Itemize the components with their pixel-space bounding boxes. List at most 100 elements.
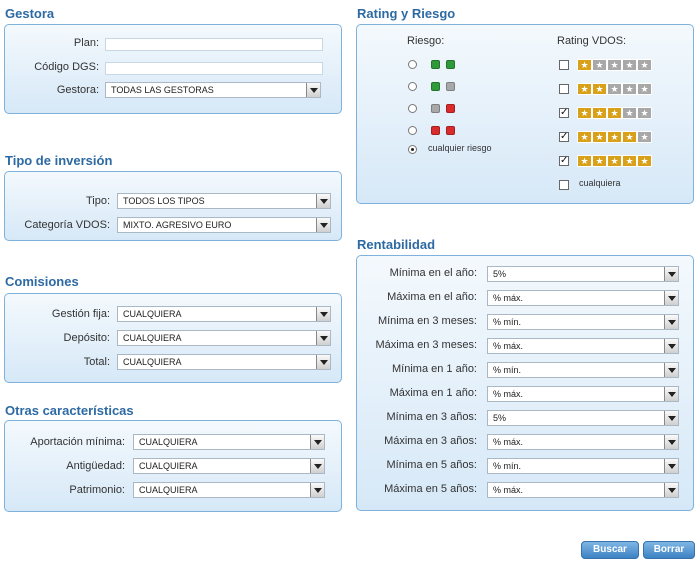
chevron-down-icon — [664, 483, 678, 497]
chevron-down-icon — [316, 218, 330, 232]
risk-level-square — [446, 60, 455, 69]
star-rating: ★ ★ ★ ★ ★ — [577, 83, 652, 95]
cualquiera-label: cualquiera — [579, 178, 621, 188]
rating-checkbox-1-stars[interactable] — [559, 60, 569, 70]
total-select-value: CUALQUIERA — [123, 357, 182, 367]
tipo-panel: Tipo: TODOS LOS TIPOS Categoría VDOS: MI… — [4, 171, 342, 241]
rentabilidad-select[interactable]: 5% — [487, 410, 679, 426]
total-label: Total: — [83, 356, 110, 368]
chevron-down-icon — [664, 291, 678, 305]
star-icon: ★ — [622, 131, 637, 143]
risk-level-square — [431, 60, 440, 69]
aportacion-select[interactable]: CUALQUIERA — [133, 434, 325, 450]
rentabilidad-label: Máxima en el año: — [387, 291, 477, 303]
categoria-select-value: MIXTO. AGRESIVO EURO — [123, 220, 232, 230]
rentabilidad-label: Máxima en 5 años: — [384, 483, 477, 495]
chevron-down-icon — [664, 339, 678, 353]
rating-checkbox-5-stars[interactable]: ✓ — [559, 156, 569, 166]
fija-select-value: CUALQUIERA — [123, 309, 182, 319]
total-select[interactable]: CUALQUIERA — [117, 354, 331, 370]
tipo-title: Tipo de inversión — [5, 153, 113, 168]
gestora-panel: Plan: Código DGS: Gestora: TODAS LAS GES… — [4, 24, 342, 114]
rentabilidad-select-value: % máx. — [493, 293, 524, 303]
plan-input[interactable] — [105, 38, 323, 51]
star-icon: ★ — [577, 59, 592, 71]
star-icon: ★ — [592, 83, 607, 95]
rentabilidad-select[interactable]: % máx. — [487, 482, 679, 498]
deposito-select-value: CUALQUIERA — [123, 333, 182, 343]
aportacion-select-value: CUALQUIERA — [139, 437, 198, 447]
star-icon: ★ — [607, 83, 622, 95]
rentabilidad-label: Mínima en el año: — [389, 267, 477, 279]
star-icon: ★ — [637, 131, 652, 143]
gestora-select[interactable]: TODAS LAS GESTORAS — [105, 82, 321, 98]
gestora-label: Gestora: — [56, 84, 99, 96]
deposito-select[interactable]: CUALQUIERA — [117, 330, 331, 346]
star-icon: ★ — [607, 131, 622, 143]
rentabilidad-select[interactable]: 5% — [487, 266, 679, 282]
rentabilidad-select[interactable]: % máx. — [487, 338, 679, 354]
star-icon: ★ — [577, 131, 592, 143]
patrimonio-select[interactable]: CUALQUIERA — [133, 482, 325, 498]
rentabilidad-select-value: % mín. — [493, 461, 522, 471]
otras-title: Otras características — [5, 403, 134, 418]
star-icon: ★ — [577, 107, 592, 119]
rentabilidad-select[interactable]: % mín. — [487, 314, 679, 330]
buscar-button[interactable]: Buscar — [581, 541, 639, 559]
star-icon: ★ — [607, 107, 622, 119]
dgs-label: Código DGS: — [34, 61, 99, 73]
rentabilidad-label: Mínima en 3 años: — [386, 411, 478, 423]
chevron-down-icon — [316, 194, 330, 208]
fija-select[interactable]: CUALQUIERA — [117, 306, 331, 322]
star-icon: ★ — [637, 59, 652, 71]
rentabilidad-label: Máxima en 3 años: — [384, 435, 477, 447]
tipo-select[interactable]: TODOS LOS TIPOS — [117, 193, 331, 209]
risk-level-square — [431, 82, 440, 91]
rating-vdos-label: Rating VDOS: — [557, 35, 627, 47]
cualquier-riesgo-label: cualquier riesgo — [428, 143, 492, 153]
chevron-down-icon — [664, 363, 678, 377]
categoria-select[interactable]: MIXTO. AGRESIVO EURO — [117, 217, 331, 233]
deposito-label: Depósito: — [63, 332, 110, 344]
rentabilidad-select[interactable]: % máx. — [487, 434, 679, 450]
rentabilidad-select-value: 5% — [493, 413, 507, 423]
rating-checkbox-4-stars[interactable]: ✓ — [559, 132, 569, 142]
chevron-down-icon — [310, 483, 324, 497]
rentabilidad-label: Máxima en 3 meses: — [375, 339, 477, 351]
star-icon: ★ — [607, 59, 622, 71]
risk-radio-1[interactable] — [408, 60, 417, 69]
rentabilidad-select[interactable]: % mín. — [487, 458, 679, 474]
rentabilidad-select-value: % mín. — [493, 365, 522, 375]
rating-checkbox-3-stars[interactable]: ✓ — [559, 108, 569, 118]
risk-level-square — [446, 82, 455, 91]
star-icon: ★ — [577, 155, 592, 167]
chevron-down-icon — [306, 83, 320, 97]
rating-panel: Riesgo: Rating VDOS: cualquier riesgo ★ ★… — [356, 24, 694, 204]
risk-radio-3[interactable] — [408, 104, 417, 113]
risk-radio-any[interactable] — [408, 145, 417, 154]
rating-checkbox-2-stars[interactable] — [559, 84, 569, 94]
rentabilidad-select[interactable]: % mín. — [487, 362, 679, 378]
dgs-input[interactable] — [105, 62, 323, 75]
rentabilidad-title: Rentabilidad — [357, 237, 436, 252]
rating-title: Rating y Riesgo — [357, 6, 456, 21]
borrar-button[interactable]: Borrar — [643, 541, 695, 559]
aportacion-label: Aportación mínima: — [30, 436, 125, 448]
patrimonio-select-value: CUALQUIERA — [139, 485, 198, 495]
star-rating: ★ ★ ★ ★ ★ — [577, 131, 652, 143]
star-icon: ★ — [637, 107, 652, 119]
otras-panel: Aportación mínima: CUALQUIERA Antigüedad… — [4, 420, 342, 512]
star-icon: ★ — [592, 155, 607, 167]
antiguedad-select[interactable]: CUALQUIERA — [133, 458, 325, 474]
risk-radio-4[interactable] — [408, 126, 417, 135]
rating-checkbox-any[interactable] — [559, 180, 569, 190]
categoria-label: Categoría VDOS: — [24, 219, 110, 231]
antiguedad-label: Antigüedad: — [66, 460, 125, 472]
chevron-down-icon — [664, 387, 678, 401]
rentabilidad-select-value: % máx. — [493, 437, 524, 447]
risk-radio-2[interactable] — [408, 82, 417, 91]
rentabilidad-select[interactable]: % máx. — [487, 290, 679, 306]
star-rating: ★ ★ ★ ★ ★ — [577, 107, 652, 119]
star-icon: ★ — [637, 155, 652, 167]
rentabilidad-select[interactable]: % máx. — [487, 386, 679, 402]
